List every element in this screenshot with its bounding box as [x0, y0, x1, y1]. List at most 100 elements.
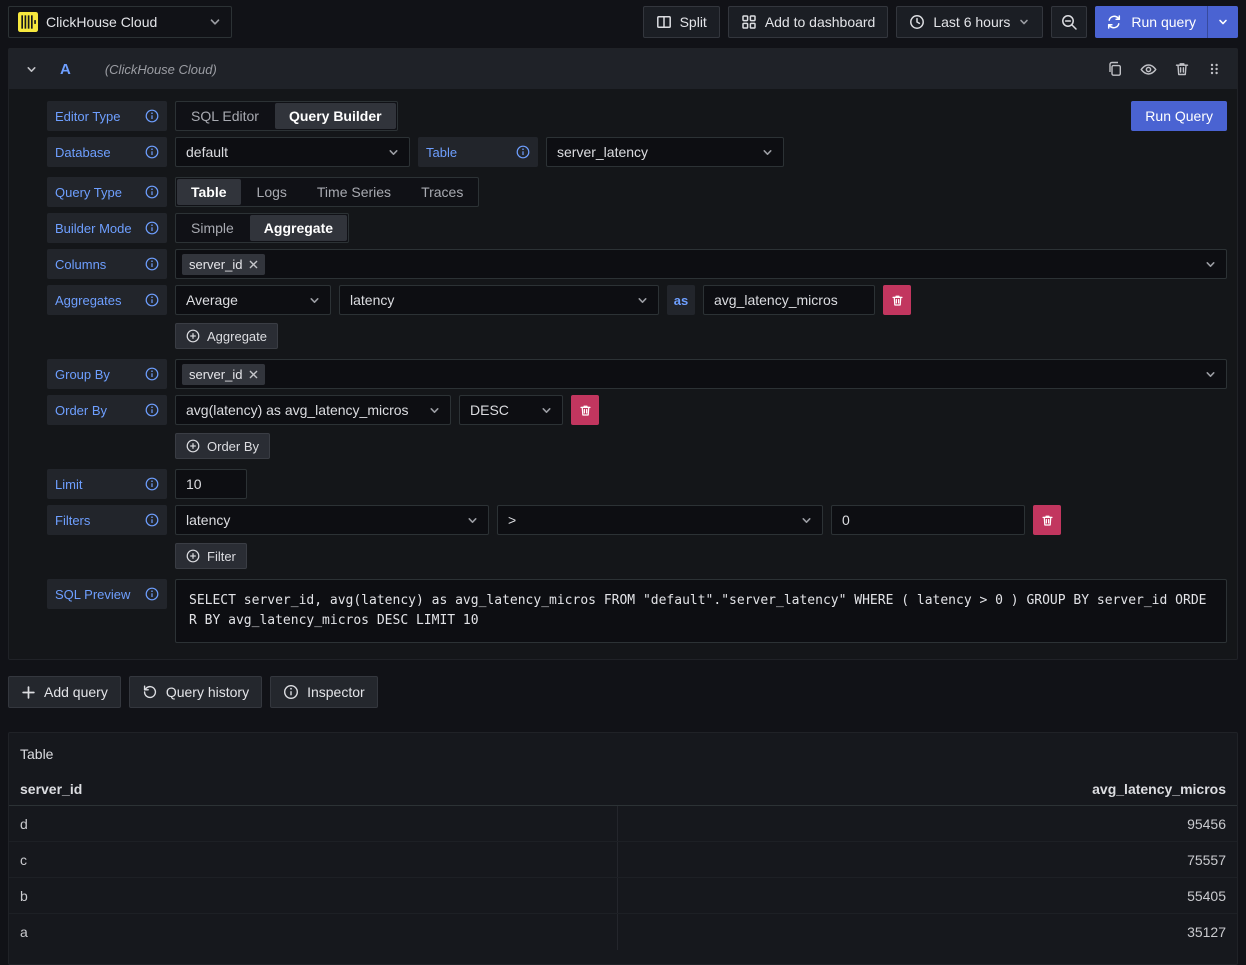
limit-input[interactable] [175, 469, 247, 499]
info-icon[interactable] [145, 477, 159, 491]
query-type-label: Query Type [47, 177, 167, 207]
run-query-panel-button[interactable]: Run Query [1131, 101, 1227, 131]
sync-icon [1106, 14, 1122, 30]
table-select[interactable]: server_latency [546, 137, 784, 167]
explore-actions: Add query Query history Inspector [0, 660, 1246, 708]
add-query-button[interactable]: Add query [8, 676, 121, 708]
query-history-button[interactable]: Query history [129, 676, 262, 708]
add-aggregate-subrow: Aggregate [47, 323, 1227, 349]
info-icon[interactable] [145, 293, 159, 307]
remove-query-trash-icon[interactable] [1174, 61, 1190, 77]
filters-label: Filters [47, 505, 167, 535]
limit-row: Limit [47, 469, 1227, 499]
database-table-row: Database default Table server_latency [47, 137, 1227, 167]
info-circle-icon [283, 684, 299, 700]
cell-avg-latency: 75557 [618, 842, 1226, 877]
filter-column-select[interactable]: latency [175, 505, 489, 535]
cell-server-id: a [20, 914, 618, 950]
info-icon[interactable] [145, 185, 159, 199]
query-row-actions [1107, 61, 1221, 78]
builder-mode-simple[interactable]: Simple [176, 215, 249, 241]
chevron-down-icon [1018, 16, 1030, 28]
aggregate-column-select[interactable]: latency [339, 285, 659, 315]
magnifier-minus-icon [1061, 14, 1078, 31]
query-row-header[interactable]: A (ClickHouse Cloud) [9, 49, 1237, 89]
plus-circle-icon [186, 549, 200, 563]
info-icon[interactable] [516, 145, 530, 159]
query-type-logs[interactable]: Logs [242, 179, 302, 205]
cell-avg-latency: 35127 [618, 914, 1226, 950]
info-icon[interactable] [145, 587, 159, 601]
filter-operator-select[interactable]: > [497, 505, 823, 535]
plus-circle-icon [186, 329, 200, 343]
clickhouse-logo-icon [18, 12, 38, 32]
duplicate-query-icon[interactable] [1107, 61, 1123, 77]
order-by-field-select[interactable]: avg(latency) as avg_latency_micros [175, 395, 451, 425]
zoom-out-button[interactable] [1051, 6, 1087, 38]
split-button[interactable]: Split [643, 6, 720, 38]
query-type-traces[interactable]: Traces [406, 179, 478, 205]
editor-type-row: Editor Type SQL Editor Query Builder Run… [47, 101, 1227, 131]
add-order-by-button[interactable]: Order By [175, 433, 270, 459]
builder-mode-aggregate[interactable]: Aggregate [250, 215, 347, 241]
table-panel-title: Table [9, 742, 1237, 776]
query-type-table[interactable]: Table [177, 179, 241, 205]
chevron-down-icon [753, 146, 774, 159]
columns-multiselect[interactable]: server_id [175, 249, 1227, 279]
aggregates-label: Aggregates [47, 285, 167, 315]
query-type-time-series[interactable]: Time Series [302, 179, 406, 205]
group-by-multiselect[interactable]: server_id [175, 359, 1227, 389]
remove-filter-button[interactable] [1033, 505, 1061, 535]
filters-row: Filters latency > [47, 505, 1227, 535]
drag-handle-icon[interactable] [1207, 61, 1221, 77]
aggregate-function-select[interactable]: Average [175, 285, 331, 315]
info-icon[interactable] [145, 145, 159, 159]
toolbar-right-group: Split Add to dashboard Last 6 hours [643, 6, 1238, 38]
database-label: Database [47, 137, 167, 167]
editor-type-toggle: SQL Editor Query Builder [175, 101, 398, 131]
remove-tag-icon[interactable] [249, 260, 258, 269]
info-icon[interactable] [145, 257, 159, 271]
database-select[interactable]: default [175, 137, 410, 167]
info-icon[interactable] [145, 403, 159, 417]
explore-toolbar: ClickHouse Cloud Split Add to dashboard … [0, 0, 1246, 44]
run-query-dropdown[interactable] [1207, 6, 1238, 38]
remove-order-by-button[interactable] [571, 395, 599, 425]
datasource-picker[interactable]: ClickHouse Cloud [8, 6, 232, 38]
info-icon[interactable] [145, 367, 159, 381]
collapse-chevron-icon[interactable] [25, 63, 38, 76]
chevron-down-icon [792, 514, 813, 527]
time-range-picker[interactable]: Last 6 hours [896, 6, 1043, 38]
info-icon[interactable] [145, 109, 159, 123]
query-builder-option[interactable]: Query Builder [275, 103, 396, 129]
info-icon[interactable] [145, 221, 159, 235]
hide-query-eye-icon[interactable] [1140, 61, 1157, 78]
clock-icon [909, 14, 925, 30]
builder-mode-label: Builder Mode [47, 213, 167, 243]
editor-type-label: Editor Type [47, 101, 167, 131]
group-by-label: Group By [47, 359, 167, 389]
run-query-main[interactable]: Run query [1095, 6, 1207, 38]
cell-avg-latency: 55405 [618, 878, 1226, 913]
column-header-avg-latency-micros[interactable]: avg_latency_micros [618, 781, 1226, 797]
sql-editor-option[interactable]: SQL Editor [176, 103, 274, 129]
table-row: a 35127 [9, 914, 1237, 950]
chevron-down-icon [300, 294, 321, 307]
table-row: b 55405 [9, 878, 1237, 914]
aggregates-row: Aggregates Average latency as [47, 285, 1227, 315]
add-to-dashboard-button[interactable]: Add to dashboard [728, 6, 889, 38]
info-icon[interactable] [145, 513, 159, 527]
filter-value-input[interactable] [831, 505, 1025, 535]
columns-tag: server_id [182, 254, 265, 275]
inspector-button[interactable]: Inspector [270, 676, 378, 708]
run-query-split-button[interactable]: Run query [1095, 6, 1238, 38]
aggregate-alias-input[interactable] [703, 285, 875, 315]
query-ref-id[interactable]: A [60, 61, 71, 78]
column-header-server-id[interactable]: server_id [20, 781, 618, 797]
order-by-direction-select[interactable]: DESC [459, 395, 563, 425]
remove-tag-icon[interactable] [249, 370, 258, 379]
remove-aggregate-button[interactable] [883, 285, 911, 315]
add-aggregate-button[interactable]: Aggregate [175, 323, 278, 349]
chevron-down-icon [532, 404, 553, 417]
add-filter-button[interactable]: Filter [175, 543, 247, 569]
